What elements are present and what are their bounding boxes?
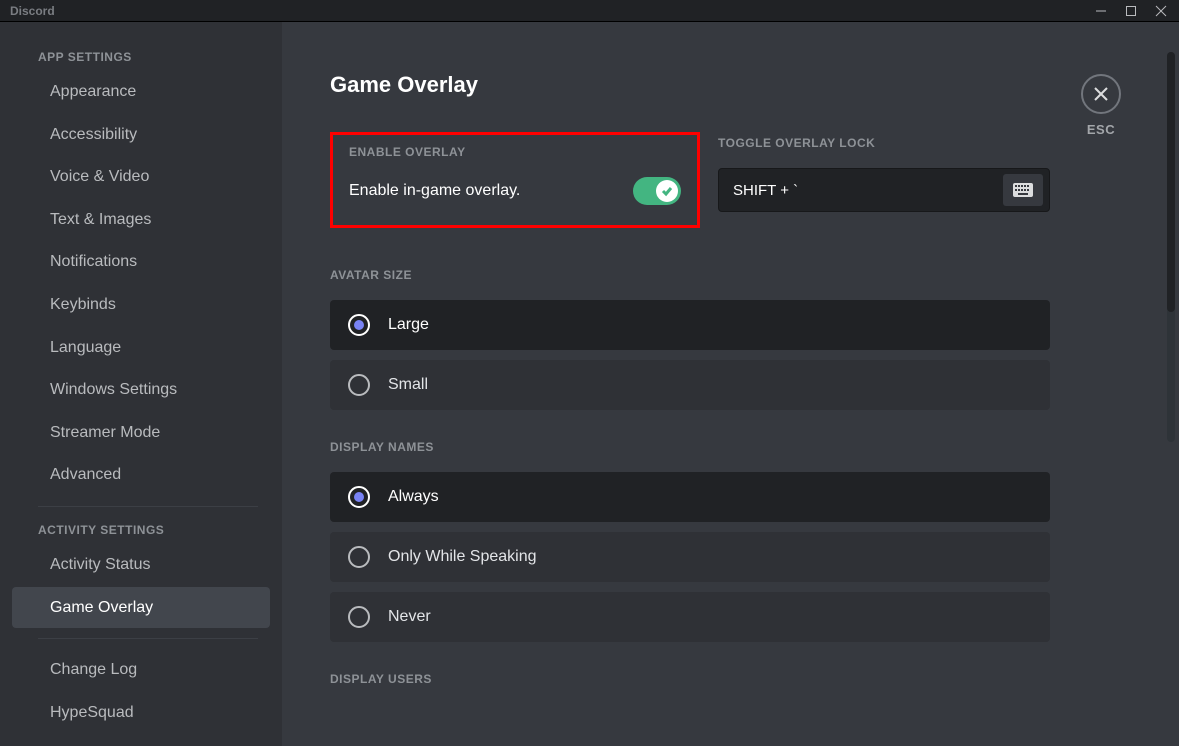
toggle-lock-section: TOGGLE OVERLAY LOCK SHIFT + ` [718,132,1050,228]
enable-overlay-section: ENABLE OVERLAY Enable in-game overlay. [330,132,700,228]
window-minimize-icon[interactable] [1095,5,1107,17]
close-button[interactable]: ESC [1081,74,1121,137]
radio-label: Only While Speaking [388,548,537,566]
radio-icon [348,606,370,628]
display-names-option-always[interactable]: Always [330,472,1050,522]
sidebar-divider [38,638,258,639]
radio-icon [348,546,370,568]
sidebar-divider [38,506,258,507]
app-name: Discord [10,4,55,18]
sidebar-item-windows-settings[interactable]: Windows Settings [12,369,270,411]
enable-overlay-heading: ENABLE OVERLAY [349,145,681,159]
display-names-heading: DISPLAY NAMES [330,440,1050,454]
sidebar-item-accessibility[interactable]: Accessibility [12,114,270,156]
window-maximize-icon[interactable] [1125,5,1137,17]
radio-icon [348,374,370,396]
display-names-section: DISPLAY NAMES Always Only While Speaking… [330,440,1050,642]
toggle-lock-heading: TOGGLE OVERLAY LOCK [718,136,1050,150]
toggle-knob [656,180,678,202]
radio-label: Large [388,316,429,334]
sidebar-item-voice-video[interactable]: Voice & Video [12,156,270,198]
display-users-section: DISPLAY USERS [330,672,1050,686]
sidebar-heading-activity: ACTIVITY SETTINGS [0,517,282,543]
sidebar-item-game-overlay[interactable]: Game Overlay [12,587,270,629]
sidebar-item-change-log[interactable]: Change Log [12,649,270,691]
window-titlebar: Discord [0,0,1179,22]
sidebar-item-appearance[interactable]: Appearance [12,71,270,113]
display-users-heading: DISPLAY USERS [330,672,1050,686]
radio-label: Always [388,488,439,506]
avatar-size-section: AVATAR SIZE Large Small [330,268,1050,410]
sidebar-item-advanced[interactable]: Advanced [12,454,270,496]
enable-overlay-toggle[interactable] [633,177,681,205]
window-close-icon[interactable] [1155,5,1167,17]
radio-icon [348,486,370,508]
sidebar-item-text-images[interactable]: Text & Images [12,199,270,241]
radio-icon [348,314,370,336]
sidebar-item-notifications[interactable]: Notifications [12,241,270,283]
display-names-option-speaking[interactable]: Only While Speaking [330,532,1050,582]
scrollbar-thumb[interactable] [1167,52,1175,312]
settings-content: ESC Game Overlay ENABLE OVERLAY Enable i… [282,22,1179,746]
sidebar-item-keybinds[interactable]: Keybinds [12,284,270,326]
sidebar-item-hypesquad[interactable]: HypeSquad [12,692,270,734]
radio-label: Small [388,376,428,394]
display-names-option-never[interactable]: Never [330,592,1050,642]
avatar-size-heading: AVATAR SIZE [330,268,1050,282]
settings-sidebar: APP SETTINGS Appearance Accessibility Vo… [0,22,282,746]
keybind-value: SHIFT + ` [733,182,798,199]
sidebar-item-language[interactable]: Language [12,327,270,369]
sidebar-heading-app: APP SETTINGS [0,44,282,70]
keybind-input[interactable]: SHIFT + ` [718,168,1050,212]
avatar-size-option-small[interactable]: Small [330,360,1050,410]
radio-label: Never [388,608,431,626]
avatar-size-option-large[interactable]: Large [330,300,1050,350]
esc-label: ESC [1087,122,1115,137]
enable-overlay-label: Enable in-game overlay. [349,182,520,200]
keyboard-icon[interactable] [1003,174,1043,206]
sidebar-item-streamer-mode[interactable]: Streamer Mode [12,412,270,454]
sidebar-item-activity-status[interactable]: Activity Status [12,544,270,586]
page-title: Game Overlay [330,72,1050,98]
close-icon [1081,74,1121,114]
